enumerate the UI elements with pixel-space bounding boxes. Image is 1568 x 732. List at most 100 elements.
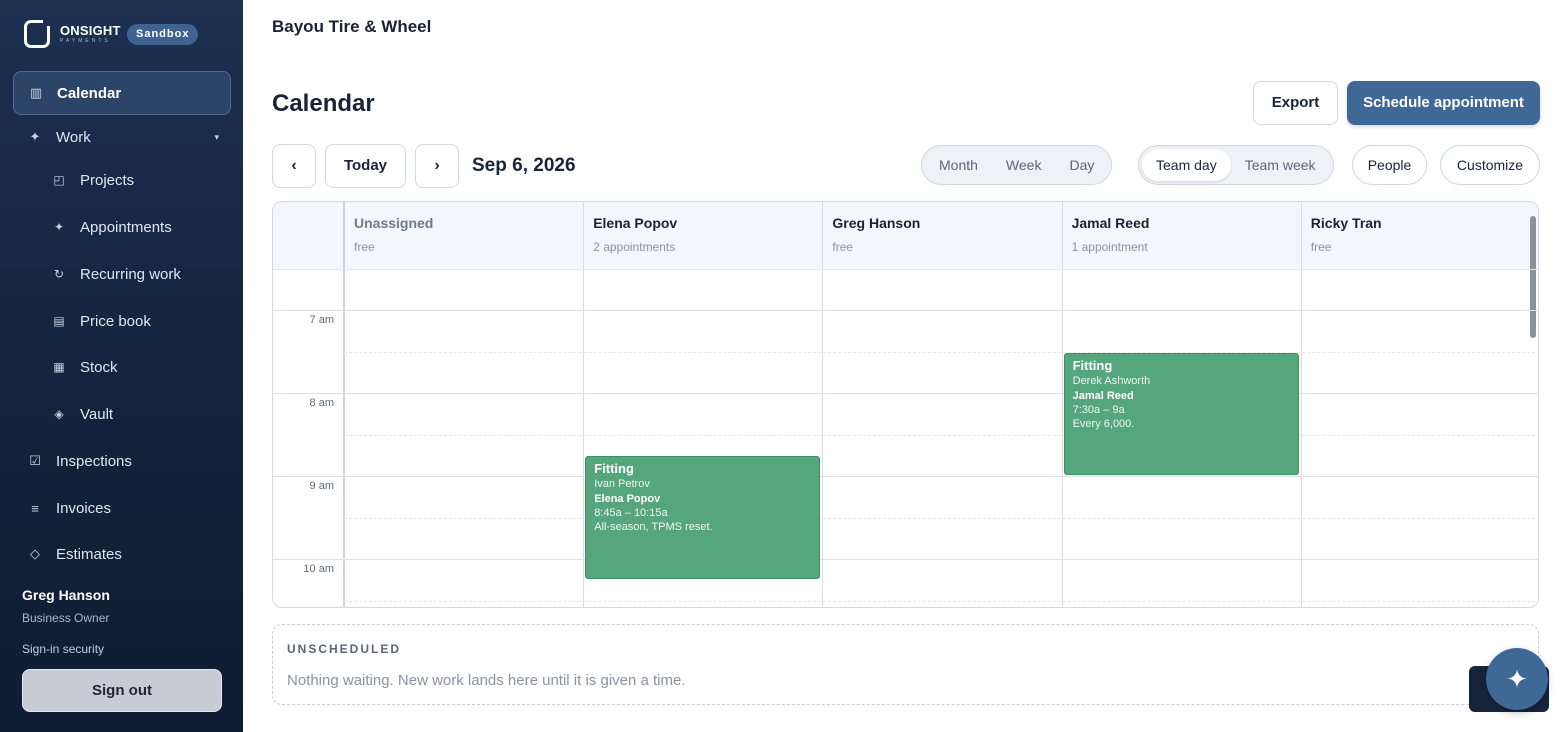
- column-header[interactable]: Greg Hanson free: [822, 202, 1061, 269]
- view-switcher: Month Week Day: [921, 145, 1113, 185]
- sidebar-item-label: Work: [56, 128, 91, 146]
- sidebar-item-invoices[interactable]: ≡ Invoices: [13, 486, 231, 530]
- sidebar-item-estimates[interactable]: ◇ Estimates: [13, 532, 231, 576]
- sidebar-item-work[interactable]: ✦ Work ▾: [13, 115, 231, 159]
- sign-out-button[interactable]: Sign out: [22, 669, 222, 712]
- appointment-title: Fitting: [594, 461, 634, 477]
- column-header[interactable]: Ricky Tran free: [1301, 202, 1538, 269]
- appointment-technician: Jamal Reed: [1072, 389, 1134, 402]
- sidebar-item-label: Estimates: [56, 545, 122, 563]
- view-day[interactable]: Day: [1055, 149, 1108, 181]
- chevron-down-icon[interactable]: ▾: [214, 132, 219, 143]
- sidebar-item-label: Inspections: [56, 452, 132, 470]
- people-button[interactable]: People: [1352, 145, 1427, 185]
- appointment-card[interactable]: Fitting Derek Ashworth Jamal Reed 7:30a – 9…: [1063, 352, 1299, 475]
- diamond-icon: ◇: [30, 546, 40, 561]
- half-hour-line: [344, 517, 1538, 519]
- export-button[interactable]: Export: [1253, 81, 1338, 125]
- grid-icon: ▦: [53, 360, 65, 374]
- appointment-note: Every 6,000.: [1072, 417, 1135, 430]
- column-divider: [1300, 202, 1302, 607]
- column-name: Unassigned: [354, 215, 434, 231]
- vault-icon: ◈: [54, 407, 64, 421]
- book-icon: ▤: [53, 314, 65, 328]
- sidebar-item-label: Stock: [80, 358, 118, 376]
- half-hour-line: [344, 351, 1538, 353]
- column-count: free: [832, 240, 854, 254]
- hour-line: [273, 310, 1538, 311]
- column-divider: [1061, 202, 1063, 607]
- sidebar-item-inspections[interactable]: ☑ Inspections: [13, 439, 231, 483]
- column-header[interactable]: Unassigned free: [344, 202, 583, 269]
- appointment-note: All-season, TPMS reset.: [594, 521, 713, 534]
- page-title: Calendar: [272, 90, 375, 117]
- appointment-time: 8:45a – 10:15a: [594, 507, 668, 520]
- sidebar-item-vault[interactable]: ◈ Vault: [13, 392, 231, 436]
- brand-name: ONSIGHT: [60, 23, 121, 38]
- sidebar-item-recurring-work[interactable]: ↻ Recurring work: [13, 252, 231, 296]
- app-window: ONSIGHT PAYMENTS Sandbox ▥ Calendar ✦ Work ▾…: [0, 0, 1568, 732]
- sparkle-icon: ✦: [53, 220, 65, 234]
- unscheduled-message: Nothing waiting. New work lands here unt…: [287, 672, 686, 689]
- view-month[interactable]: Month: [925, 149, 992, 181]
- appointment-time: 7:30a – 9a: [1072, 403, 1125, 416]
- column-count: free: [1310, 240, 1332, 254]
- half-hour-line: [344, 434, 1538, 436]
- unscheduled-panel: UNSCHEDULED Nothing waiting. New work la…: [272, 624, 1539, 705]
- sidebar-item-projects[interactable]: ◰ Projects: [13, 158, 231, 202]
- hour-line: [273, 393, 1538, 394]
- sidebar-item-label: Calendar: [57, 84, 122, 102]
- column-divider: [343, 202, 345, 607]
- prev-day-button[interactable]: ‹: [272, 144, 316, 188]
- appointment-card[interactable]: Fitting Ivan Petrov Elena Popov 8:45a – 10:…: [585, 456, 821, 579]
- checkbox-icon: ☑: [29, 453, 41, 468]
- sidebar: ONSIGHT PAYMENTS Sandbox ▥ Calendar ✦ Work ▾…: [0, 0, 243, 732]
- assistant-button[interactable]: ✦: [1486, 648, 1548, 710]
- column-divider: [583, 202, 585, 607]
- column-name: Ricky Tran: [1310, 215, 1382, 231]
- sidebar-item-label: Price book: [80, 312, 151, 330]
- time-label: 9 am: [309, 480, 334, 492]
- view-team-day[interactable]: Team day: [1142, 149, 1231, 181]
- view-week[interactable]: Week: [992, 149, 1056, 181]
- column-count: free: [354, 240, 375, 254]
- sidebar-item-appointments[interactable]: ✦ Appointments: [13, 205, 231, 249]
- time-label: 10 am: [303, 563, 334, 575]
- sidebar-item-label: Appointments: [80, 218, 172, 236]
- sidebar-item-label: Invoices: [56, 499, 112, 517]
- sidebar-item-price-book[interactable]: ▤ Price book: [13, 299, 231, 343]
- schedule-appointment-button[interactable]: Schedule appointment: [1347, 81, 1540, 125]
- appointment-technician: Elena Popov: [594, 493, 661, 506]
- column-count: 1 appointment: [1071, 240, 1148, 254]
- hour-line: [273, 559, 1538, 560]
- sidebar-item-calendar[interactable]: ▥ Calendar: [13, 71, 231, 115]
- unscheduled-title: UNSCHEDULED: [287, 642, 402, 656]
- hour-line: [273, 476, 1538, 477]
- sidebar-item-label: Projects: [80, 171, 135, 189]
- column-header[interactable]: Jamal Reed 1 appointment: [1062, 202, 1301, 269]
- user-role: Business Owner: [22, 611, 110, 625]
- brand-logo[interactable]: ONSIGHT PAYMENTS: [24, 18, 121, 48]
- current-date: Sep 6, 2026: [472, 155, 576, 176]
- sidebar-item-stock[interactable]: ▦ Stock: [13, 345, 231, 389]
- calendar-icon: ▥: [29, 85, 43, 100]
- signin-security-link[interactable]: Sign-in security: [22, 642, 104, 656]
- column-header[interactable]: Elena Popov 2 appointments: [583, 202, 822, 269]
- time-label: 8 am: [309, 397, 334, 409]
- list-icon: ≡: [31, 500, 39, 516]
- team-day-calendar: Unassigned free Elena Popov 2 appointments G…: [272, 201, 1539, 608]
- logo-icon: [24, 18, 51, 48]
- column-name: Elena Popov: [593, 215, 678, 231]
- column-name: Jamal Reed: [1071, 215, 1150, 231]
- sandbox-badge: Sandbox: [127, 24, 199, 45]
- sidebar-item-label: Vault: [80, 405, 114, 423]
- user-name: Greg Hanson: [22, 587, 110, 603]
- business-name: Bayou Tire & Wheel: [272, 17, 432, 36]
- view-team-week[interactable]: Team week: [1231, 149, 1330, 181]
- sidebar-item-label: Recurring work: [80, 265, 181, 283]
- today-button[interactable]: Today: [325, 144, 406, 188]
- customize-button[interactable]: Customize: [1440, 145, 1540, 185]
- projects-icon: ◰: [53, 173, 65, 187]
- next-day-button[interactable]: ›: [415, 144, 459, 188]
- sparkle-icon: ✦: [1506, 664, 1528, 694]
